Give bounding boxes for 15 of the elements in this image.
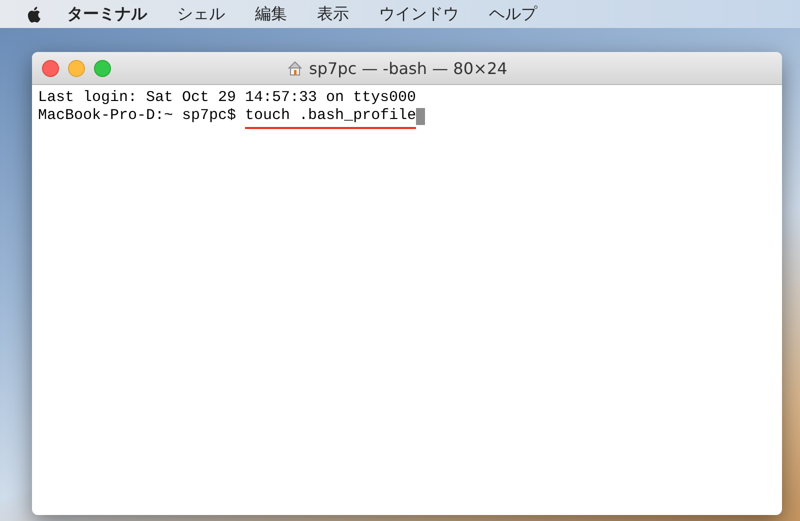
typed-command: touch .bash_profile	[245, 107, 416, 129]
menu-item[interactable]: シェル	[177, 4, 225, 24]
menu-item[interactable]: 編集	[255, 4, 287, 24]
menu-item[interactable]: ヘルプ	[489, 4, 537, 24]
shell-prompt: MacBook-Pro-D:~ sp7pc$	[38, 107, 236, 125]
house-icon	[287, 60, 303, 76]
close-button[interactable]	[42, 60, 59, 76]
menu-item[interactable]: ターミナル	[67, 4, 147, 24]
apple-logo-icon[interactable]	[26, 6, 41, 22]
minimize-button[interactable]	[68, 60, 85, 76]
menu-item[interactable]: 表示	[317, 4, 349, 24]
terminal-output: Last login: Sat Oct 29 14:57:33 on ttys000	[38, 89, 416, 107]
zoom-button[interactable]	[94, 60, 111, 76]
menu-item[interactable]: ウインドウ	[379, 4, 459, 24]
window-title: sp7pc — -bash — 80×24	[309, 58, 508, 78]
